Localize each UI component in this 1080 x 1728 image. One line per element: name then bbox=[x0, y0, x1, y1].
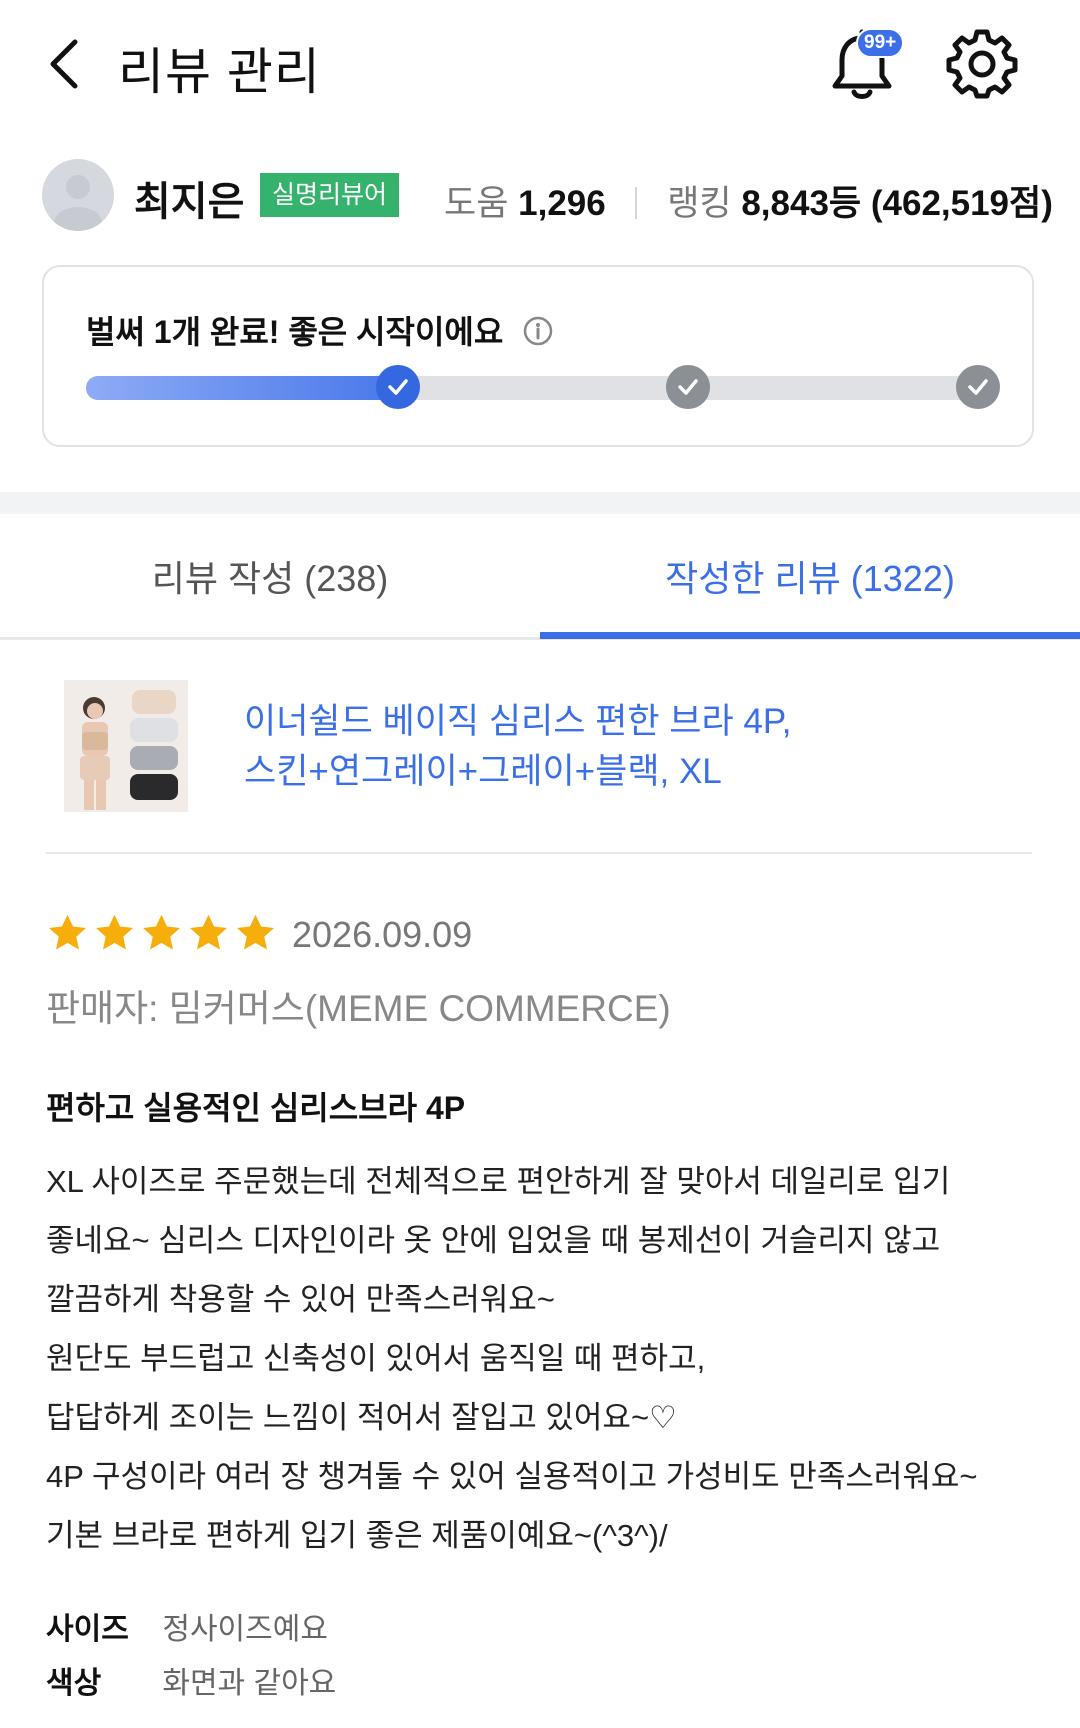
back-button[interactable] bbox=[40, 34, 90, 94]
rating-stars bbox=[46, 912, 277, 955]
avatar[interactable] bbox=[42, 159, 114, 231]
ranking-label: 랭킹 bbox=[667, 184, 732, 223]
product-thumbnail[interactable] bbox=[64, 680, 188, 812]
progress-title: 벌써 1개 완료! 좋은 시작이에요 bbox=[86, 307, 554, 353]
review-body: XL 사이즈로 주문했는데 전체적으로 편안하게 잘 맞아서 데일리로 입기 좋… bbox=[46, 1152, 1046, 1565]
ranking-value: 8,843등 (462,519점) bbox=[741, 184, 1053, 223]
chevron-left-icon bbox=[50, 39, 78, 89]
review-body-line: 답답하게 조이는 느낌이 적어서 잘입고 있어요~♡ bbox=[46, 1400, 677, 1435]
reviewer-stats: 도움 1,296 랭킹 8,843등 (462,519점) bbox=[444, 175, 1053, 226]
tab-write-review[interactable]: 리뷰 작성 (238) bbox=[0, 514, 540, 637]
page-title: 리뷰 관리 bbox=[118, 44, 321, 100]
active-tab-indicator bbox=[540, 632, 1080, 639]
info-icon[interactable] bbox=[522, 315, 554, 347]
progress-fill bbox=[86, 376, 392, 400]
review-body-line: XL 사이즈로 주문했는데 전체적으로 편안하게 잘 맞아서 데일리로 입기 bbox=[46, 1164, 951, 1199]
attribute-size-value: 정사이즈예요 bbox=[162, 1613, 328, 1646]
help-label: 도움 bbox=[444, 184, 509, 223]
progress-track bbox=[86, 376, 986, 400]
check-icon bbox=[968, 379, 988, 395]
default-avatar-icon bbox=[54, 175, 102, 231]
star-icon bbox=[49, 914, 86, 950]
product-name-line-2: 스킨+연그레이+그레이+블랙, XL bbox=[244, 752, 722, 791]
stats-divider bbox=[635, 187, 638, 219]
progress-title-text: 벌써 1개 완료! 좋은 시작이에요 bbox=[86, 314, 504, 350]
help-count: 1,296 bbox=[518, 184, 606, 223]
review-body-line: 원단도 부드럽고 신축성이 있어서 움직일 때 편하고, bbox=[46, 1341, 706, 1376]
real-name-reviewer-badge: 실명리뷰어 bbox=[260, 173, 400, 217]
attribute-size-label: 사이즈 bbox=[46, 1613, 129, 1646]
progress-step-2 bbox=[666, 365, 710, 409]
user-name: 최지은 bbox=[134, 180, 245, 224]
tab-written-reviews[interactable]: 작성한 리뷰 (1322) bbox=[540, 514, 1080, 637]
review-body-line: 좋네요~ 심리스 디자인이라 옷 안에 입었을 때 봉제선이 거슬리지 않고 bbox=[46, 1223, 941, 1258]
star-icon bbox=[190, 914, 227, 950]
notification-badge: 99+ bbox=[856, 28, 905, 58]
star-icon bbox=[143, 914, 180, 950]
progress-step-1 bbox=[376, 365, 420, 409]
review-body-line: 기본 브라로 편하게 입기 좋은 제품이예요~(^3^)/ bbox=[46, 1518, 668, 1553]
star-icon bbox=[237, 914, 274, 950]
attribute-color-row: 색상 화면과 같아요 bbox=[46, 1658, 336, 1702]
review-title: 편하고 실용적인 심리스브라 4P bbox=[46, 1090, 466, 1126]
star-icon bbox=[96, 914, 133, 950]
check-icon bbox=[388, 379, 408, 395]
profile-summary: 최지은 실명리뷰어 도움 1,296 랭킹 8,843등 (462,519점) bbox=[0, 155, 1080, 235]
review-tabs: 리뷰 작성 (238) 작성한 리뷰 (1322) bbox=[0, 514, 1080, 640]
seller-name: 판매자: 밈커머스(MEME COMMERCE) bbox=[46, 988, 671, 1029]
review-body-line: 깔끔하게 착용할 수 있어 만족스러워요~ bbox=[46, 1282, 555, 1317]
app-header: 리뷰 관리 99+ bbox=[0, 0, 1080, 130]
attribute-color-label: 색상 bbox=[46, 1667, 102, 1700]
review-date: 2026.09.09 bbox=[292, 914, 473, 955]
attribute-color-value: 화면과 같아요 bbox=[162, 1667, 337, 1700]
review-progress-card: 벌써 1개 완료! 좋은 시작이에요 bbox=[42, 265, 1034, 447]
product-name-link[interactable]: 이너쉴드 베이직 심리스 편한 브라 4P, 스킨+연그레이+그레이+블랙, X… bbox=[244, 697, 1024, 797]
settings-button[interactable] bbox=[946, 28, 1018, 100]
product-name-line-1: 이너쉴드 베이직 심리스 편한 브라 4P, bbox=[244, 702, 792, 741]
progress-step-3 bbox=[956, 365, 1000, 409]
section-divider bbox=[0, 492, 1080, 514]
attribute-size-row: 사이즈 정사이즈예요 bbox=[46, 1604, 328, 1648]
check-icon bbox=[678, 379, 698, 395]
gear-icon bbox=[946, 29, 1018, 99]
review-body-line: 4P 구성이라 여러 장 챙겨둘 수 있어 실용적이고 가성비도 만족스러워요~ bbox=[46, 1459, 978, 1494]
product-image bbox=[64, 680, 188, 812]
product-divider bbox=[46, 852, 1032, 854]
